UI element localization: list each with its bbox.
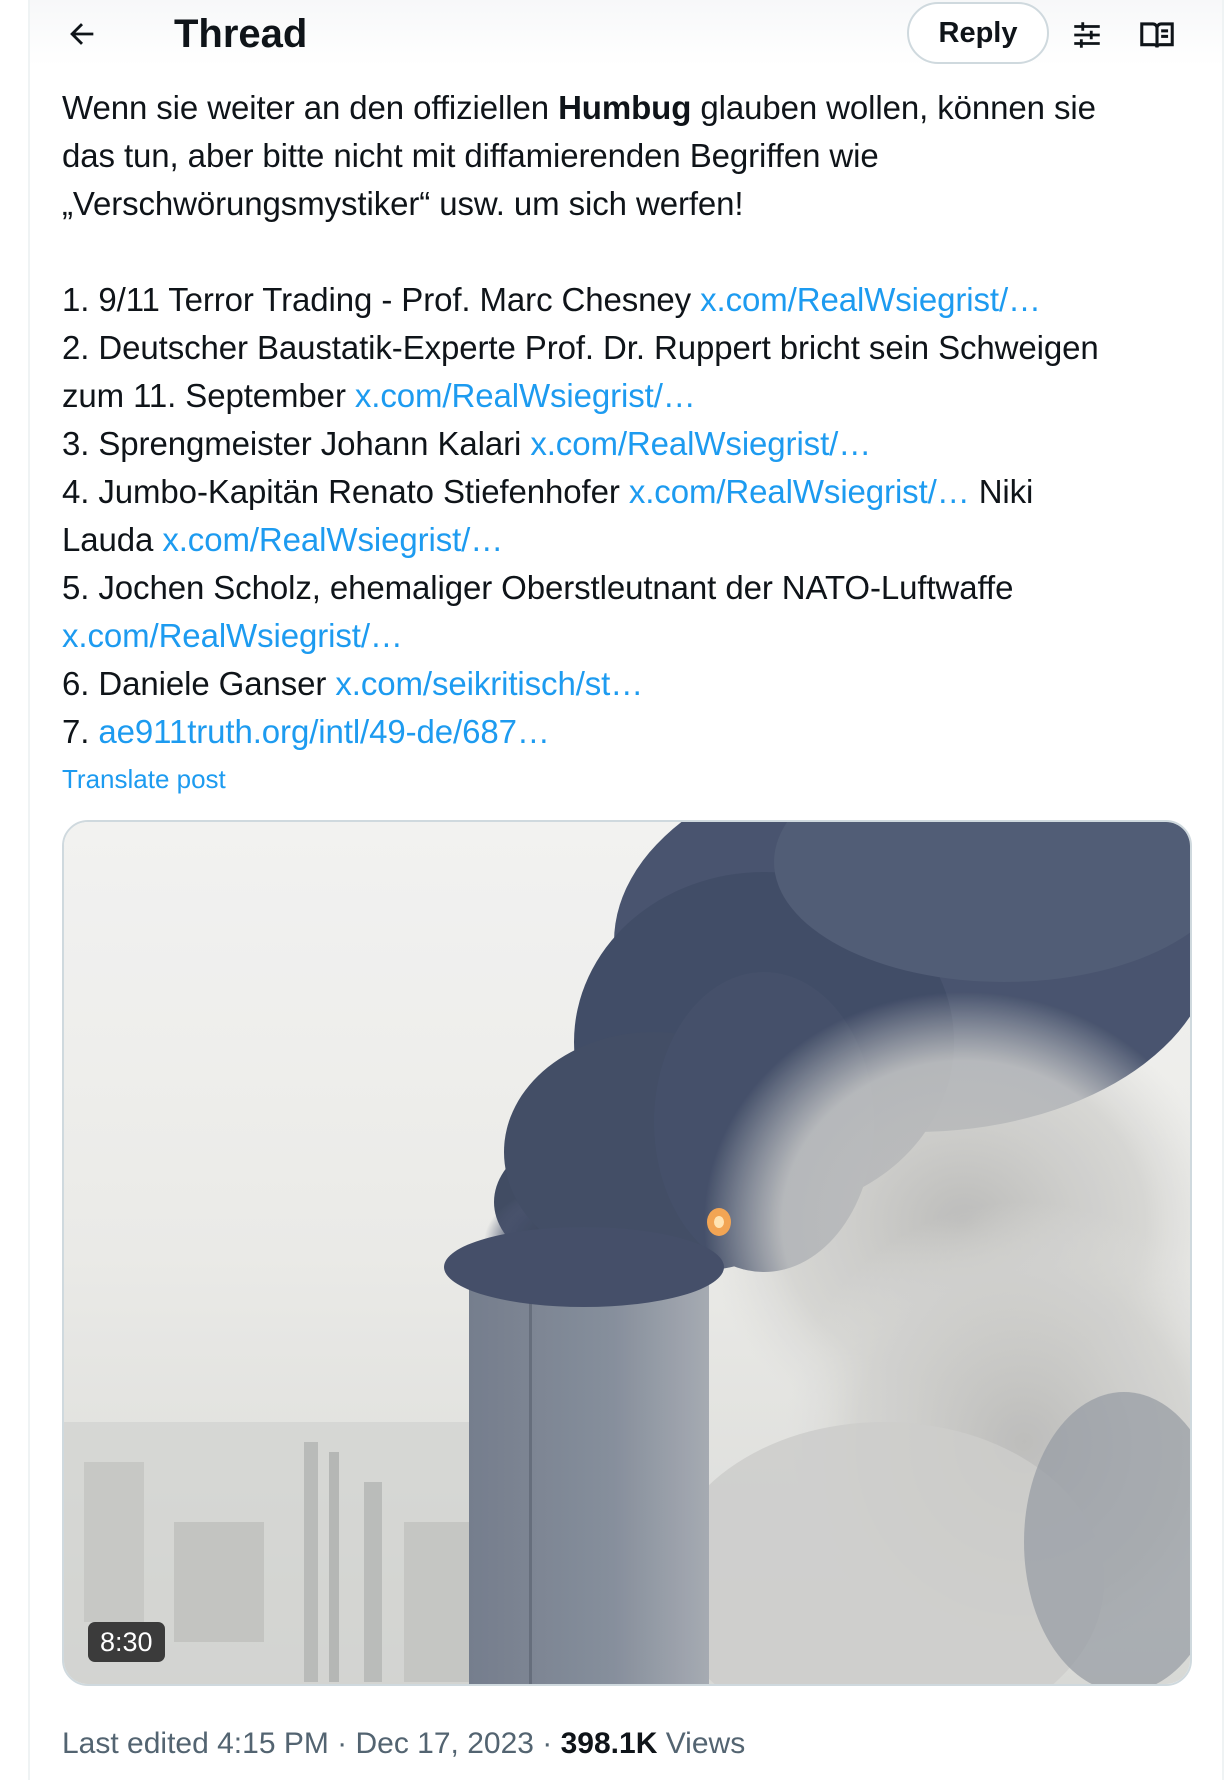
edited-timestamp[interactable]: Last edited 4:15 PM · Dec 17, 2023 · bbox=[62, 1727, 561, 1760]
arrow-left-icon bbox=[70, 23, 94, 45]
list-item-2: 2. Deutscher Baustatik-Experte Prof. Dr.… bbox=[62, 329, 1099, 366]
list-item-1: 1. 9/11 Terror Trading - Prof. Marc Ches… bbox=[62, 281, 1041, 318]
column-border-right bbox=[1222, 0, 1224, 1780]
intro-text-1: Wenn sie weiter an den offiziellen bbox=[62, 89, 559, 126]
list-item-5-cont: x.com/RealWsiegrist/… bbox=[62, 612, 1202, 660]
video-thumbnail bbox=[64, 822, 1190, 1684]
reply-button[interactable]: Reply bbox=[907, 2, 1049, 64]
link-ruppert[interactable]: x.com/RealWsiegrist/… bbox=[355, 377, 696, 414]
translate-post-link[interactable]: Translate post bbox=[62, 762, 226, 796]
link-chesney[interactable]: x.com/RealWsiegrist/… bbox=[700, 281, 1041, 318]
link-scholz[interactable]: x.com/RealWsiegrist/… bbox=[62, 617, 403, 654]
filter-button[interactable] bbox=[1064, 12, 1110, 58]
video-player[interactable] bbox=[62, 820, 1192, 1686]
list-item-5: 5. Jochen Scholz, ehemaliger Oberstleutn… bbox=[62, 569, 1014, 606]
post-meta: Last edited 4:15 PM · Dec 17, 2023 · 398… bbox=[62, 1724, 745, 1764]
thread-page: Thread Reply Wenn sie weiter an den offi… bbox=[0, 0, 1230, 1780]
post-text: Wenn sie weiter an den offiziellen Humbu… bbox=[62, 84, 1202, 756]
views-count[interactable]: 398.1K bbox=[561, 1727, 658, 1760]
views-label: Views bbox=[657, 1727, 746, 1760]
book-open-icon bbox=[1140, 22, 1174, 48]
link-stiefenhofer[interactable]: x.com/RealWsiegrist/… bbox=[629, 473, 970, 510]
page-title: Thread bbox=[174, 12, 308, 56]
list-item-7: 7. ae911truth.org/intl/49-de/687… bbox=[62, 713, 550, 750]
list-item-4-cont: Lauda x.com/RealWsiegrist/… bbox=[62, 521, 504, 558]
reader-mode-button[interactable] bbox=[1134, 12, 1180, 58]
post-intro-line-1: Wenn sie weiter an den offiziellen Humbu… bbox=[62, 84, 1202, 132]
list-item-6: 6. Daniele Ganser x.com/seikritisch/st… bbox=[62, 665, 644, 702]
sliders-icon bbox=[1074, 22, 1100, 48]
link-kalari[interactable]: x.com/RealWsiegrist/… bbox=[530, 425, 871, 462]
post-intro-line-2: das tun, aber bitte nicht mit diffamiere… bbox=[62, 137, 879, 174]
intro-bold-word: Humbug bbox=[558, 89, 692, 126]
video-duration-badge: 8:30 bbox=[88, 1622, 165, 1662]
list-item-4: 4. Jumbo-Kapitän Renato Stiefenhofer x.c… bbox=[62, 473, 1034, 510]
intro-text-2: glauben wollen, können sie bbox=[691, 89, 1096, 126]
list-item-2-cont: zum 11. September x.com/RealWsiegrist/… bbox=[62, 377, 696, 414]
post-intro-line-3: „Verschwörungsmystiker“ usw. um sich wer… bbox=[62, 185, 744, 222]
link-ae911truth[interactable]: ae911truth.org/intl/49-de/687… bbox=[98, 713, 549, 750]
list-item-3: 3. Sprengmeister Johann Kalari x.com/Rea… bbox=[62, 425, 872, 462]
back-button[interactable] bbox=[58, 10, 106, 58]
column-border-left bbox=[28, 0, 30, 1780]
link-lauda[interactable]: x.com/RealWsiegrist/… bbox=[162, 521, 503, 558]
link-ganser[interactable]: x.com/seikritisch/st… bbox=[335, 665, 643, 702]
